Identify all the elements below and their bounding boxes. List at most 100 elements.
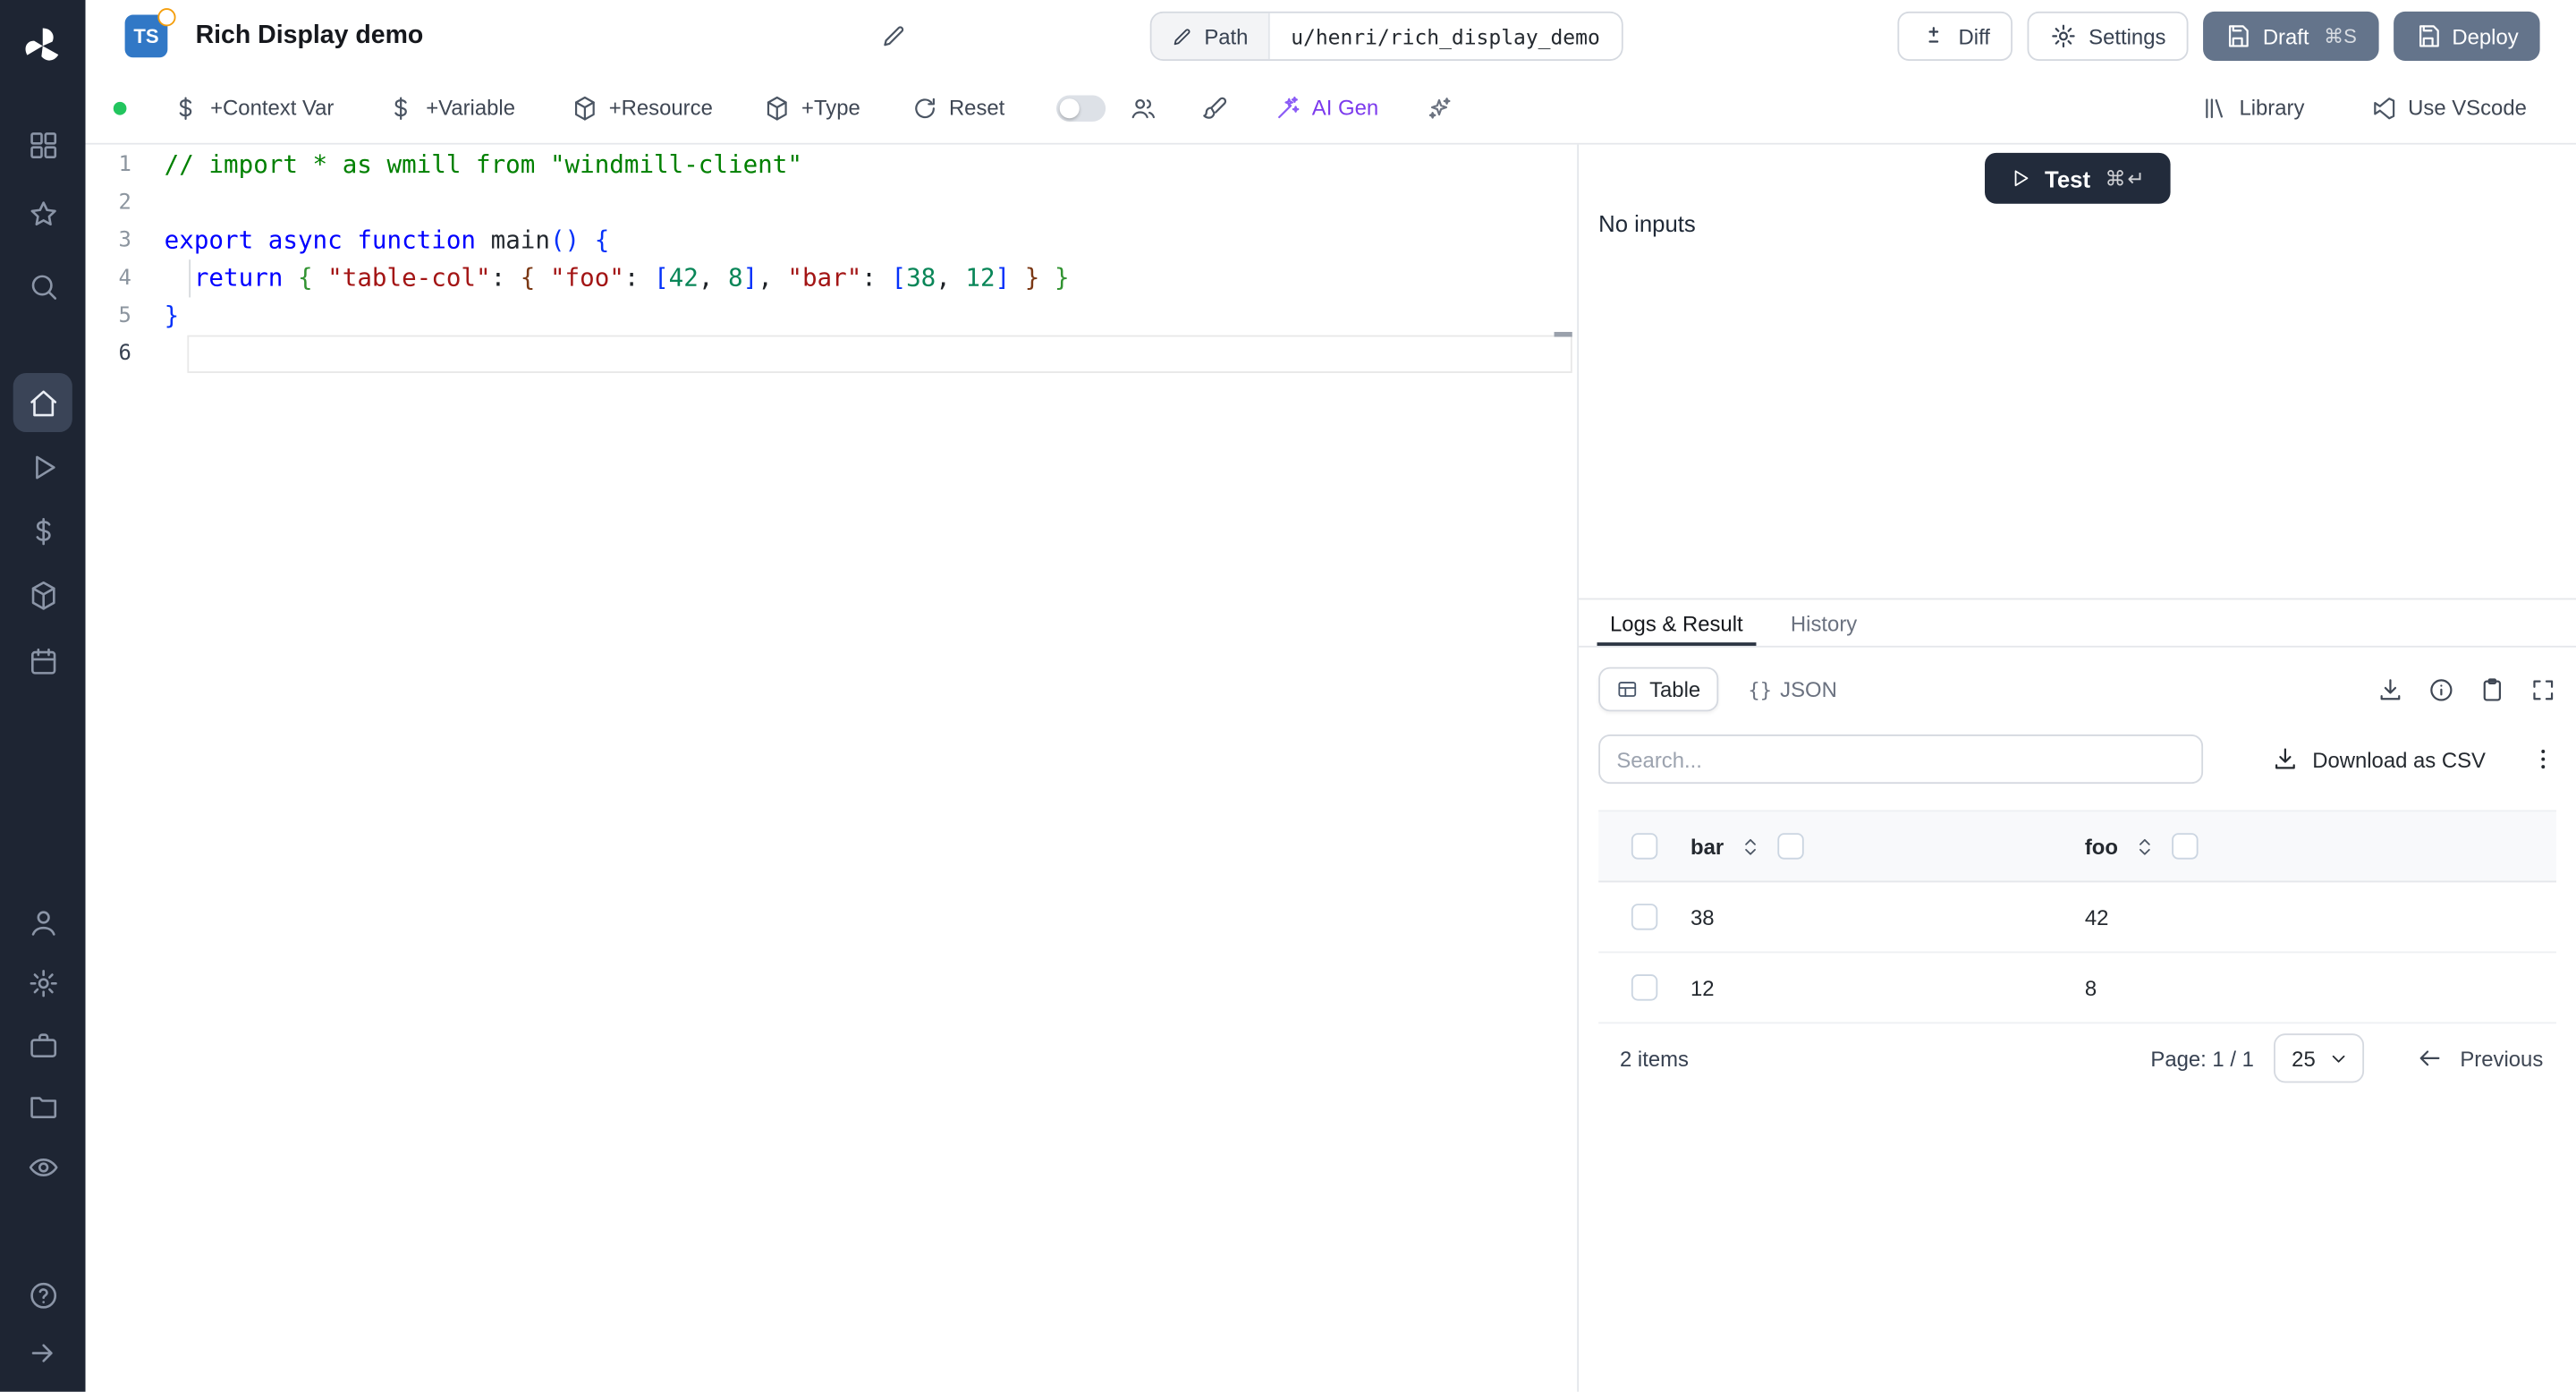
library-button[interactable]: Library bbox=[2201, 95, 2304, 121]
copy-result-icon[interactable] bbox=[2479, 676, 2505, 702]
ai-gen-button[interactable]: AI Gen bbox=[1275, 95, 1378, 121]
app-sidebar bbox=[0, 0, 86, 1392]
sidebar-item-star[interactable] bbox=[13, 184, 72, 243]
download-result-icon[interactable] bbox=[2377, 676, 2403, 702]
previous-label: Previous bbox=[2460, 1046, 2544, 1071]
table-toolbar: Download as CSV bbox=[1598, 734, 2556, 785]
row-checkbox[interactable] bbox=[1631, 904, 1658, 930]
draft-button[interactable]: Draft ⌘S bbox=[2203, 11, 2378, 61]
add-context-var-button[interactable]: +Context Var bbox=[173, 95, 334, 121]
result-table: bar foo 38 42 12 8 2 items Page: 1 / 1 25 Pr… bbox=[1598, 810, 2556, 1093]
line-number: 1 bbox=[118, 152, 131, 178]
column-header-bar[interactable]: bar bbox=[1690, 833, 2085, 860]
play-icon bbox=[2009, 167, 2030, 189]
sidebar-item-eye[interactable] bbox=[13, 1137, 72, 1196]
search-input[interactable] bbox=[1598, 734, 2204, 785]
test-button[interactable]: Test ⌘↵ bbox=[1984, 152, 2172, 204]
expand-result-icon[interactable] bbox=[2530, 676, 2556, 702]
previous-page-button[interactable]: Previous bbox=[2408, 1043, 2554, 1073]
kebab-menu-icon[interactable] bbox=[2530, 746, 2556, 772]
script-title: Rich Display demo bbox=[195, 21, 424, 50]
table-row[interactable]: 12 8 bbox=[1598, 953, 2556, 1024]
code-line-2[interactable]: 2 bbox=[86, 184, 1578, 222]
vscode-icon bbox=[2370, 95, 2396, 121]
overview-ruler-cursor bbox=[1554, 332, 1572, 337]
sidebar-item-gear[interactable] bbox=[13, 953, 72, 1012]
column-header-foo[interactable]: foo bbox=[2085, 833, 2556, 860]
results-tabs: Logs & Result History bbox=[1579, 599, 2576, 648]
info-icon[interactable] bbox=[2428, 676, 2454, 702]
page-size-select[interactable]: 25 bbox=[2273, 1033, 2365, 1083]
add-variable-button[interactable]: +Variable bbox=[388, 95, 515, 121]
select-all-checkbox[interactable] bbox=[1631, 833, 1658, 860]
path-edit-button[interactable]: Path bbox=[1151, 13, 1270, 60]
sort-icon[interactable] bbox=[2134, 836, 2156, 857]
deploy-button[interactable]: Deploy bbox=[2393, 11, 2540, 61]
sidebar-item-calendar[interactable] bbox=[13, 631, 72, 690]
dollar-icon bbox=[173, 95, 199, 121]
line-number: 5 bbox=[118, 303, 131, 329]
draft-shortcut: ⌘S bbox=[2324, 24, 2357, 48]
use-vscode-button[interactable]: Use VScode bbox=[2370, 95, 2527, 121]
code-line-6[interactable]: 6 bbox=[86, 335, 1578, 373]
chevron-down-icon bbox=[2328, 1048, 2350, 1069]
row-checkbox[interactable] bbox=[1631, 974, 1658, 1001]
code-editor[interactable]: 1 // import * as wmill from "windmill-cli… bbox=[85, 144, 1578, 1392]
sidebar-item-home[interactable] bbox=[13, 372, 72, 433]
sidebar-item-package[interactable] bbox=[13, 565, 72, 624]
users-icon[interactable] bbox=[1130, 95, 1156, 121]
path-control[interactable]: Path u/henri/rich_display_demo bbox=[1149, 11, 1623, 61]
tab-history[interactable]: History bbox=[1777, 599, 1870, 645]
code-line-5[interactable]: 5} bbox=[86, 297, 1578, 335]
right-panel: Test ⌘↵ No inputs Logs & Result History … bbox=[1579, 144, 2576, 1392]
sidebar-item-search[interactable] bbox=[13, 257, 72, 316]
add-resource-button[interactable]: +Resource bbox=[571, 95, 713, 121]
sidebar-item-folder[interactable] bbox=[13, 1076, 72, 1135]
reset-button[interactable]: Reset bbox=[911, 95, 1004, 121]
diff-button[interactable]: Diff bbox=[1897, 11, 2013, 61]
sidebar-item-collapse[interactable] bbox=[13, 1323, 72, 1382]
dollar-icon bbox=[388, 95, 414, 121]
sidebar-item-dollar[interactable] bbox=[13, 501, 72, 560]
package-icon bbox=[571, 95, 597, 121]
save-icon bbox=[2225, 23, 2251, 49]
sidebar-item-user[interactable] bbox=[13, 892, 72, 951]
edit-summary-icon[interactable] bbox=[880, 23, 906, 49]
sidebar-item-briefcase[interactable] bbox=[13, 1015, 72, 1074]
settings-button[interactable]: Settings bbox=[2028, 11, 2190, 61]
download-csv-button[interactable]: Download as CSV bbox=[2261, 744, 2496, 774]
view-table-button[interactable]: Table bbox=[1598, 666, 1719, 712]
view-json-button[interactable]: {} JSON bbox=[1738, 675, 1846, 703]
table-footer: 2 items Page: 1 / 1 25 Previous bbox=[1598, 1023, 2556, 1092]
sidebar-item-help[interactable] bbox=[13, 1265, 72, 1324]
code-line-3[interactable]: 3 export async function main() { bbox=[86, 222, 1578, 259]
no-inputs-text: No inputs bbox=[1598, 210, 1696, 237]
add-type-button[interactable]: +Type bbox=[764, 95, 860, 121]
arrow-left-icon bbox=[2418, 1045, 2444, 1071]
windmill-logo-icon[interactable] bbox=[13, 16, 72, 75]
table-row[interactable]: 38 42 bbox=[1598, 882, 2556, 954]
column-checkbox[interactable] bbox=[1777, 833, 1805, 860]
collab-toggle[interactable] bbox=[1055, 94, 1106, 121]
toolbar-right: Library Use VScode bbox=[2201, 95, 2576, 121]
path-value[interactable]: u/henri/rich_display_demo bbox=[1269, 13, 1622, 60]
deploy-label: Deploy bbox=[2452, 23, 2519, 49]
sort-icon[interactable] bbox=[1741, 836, 1762, 857]
format-brush-icon[interactable] bbox=[1200, 95, 1226, 121]
test-shortcut: ⌘↵ bbox=[2105, 167, 2147, 191]
line-number: 6 bbox=[118, 342, 131, 367]
tab-logs-result[interactable]: Logs & Result bbox=[1597, 599, 1756, 645]
sidebar-item-apps[interactable] bbox=[13, 115, 72, 174]
code-line-4[interactable]: 4 return { "table-col": { "foo": [42, 8]… bbox=[86, 259, 1578, 298]
path-label: Path bbox=[1204, 23, 1249, 49]
view-json-label: JSON bbox=[1780, 676, 1837, 702]
add-variable-label: +Variable bbox=[426, 95, 516, 121]
code-line-1[interactable]: 1 // import * as wmill from "windmill-cli… bbox=[86, 146, 1578, 183]
table-cell: 42 bbox=[2084, 904, 2109, 929]
column-checkbox[interactable] bbox=[2172, 833, 2199, 860]
sidebar-item-play[interactable] bbox=[13, 437, 72, 497]
line-number: 2 bbox=[118, 191, 131, 216]
sparkles-icon[interactable] bbox=[1426, 95, 1452, 121]
results-panel: Logs & Result History Table {} JSON Sear… bbox=[1579, 599, 2576, 1391]
page-size-value: 25 bbox=[2292, 1046, 2316, 1071]
